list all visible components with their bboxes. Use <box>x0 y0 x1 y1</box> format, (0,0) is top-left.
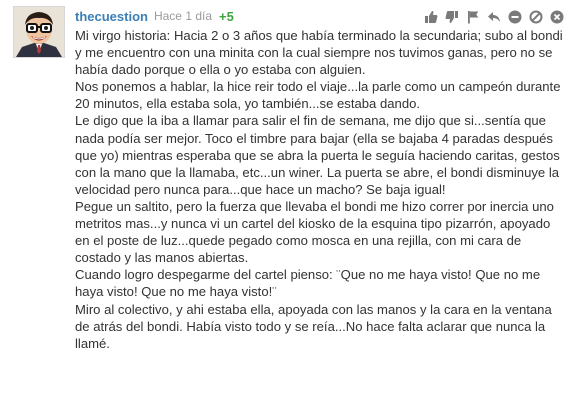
timestamp[interactable]: Hace 1 día <box>154 9 212 23</box>
comment: thecuestion Hace 1 día +5 Mi virgo histo… <box>0 0 571 408</box>
comment-paragraph: Cuando logro despegarme del cartel piens… <box>75 267 541 300</box>
comment-paragraph: Pegue un saltito, pero la fuerza que lle… <box>75 198 554 266</box>
avatar[interactable] <box>13 6 65 58</box>
flag-icon[interactable] <box>465 9 481 25</box>
minus-circle-icon[interactable] <box>507 9 523 25</box>
comment-paragraph: Nos ponemos a hablar, la hice reir todo … <box>75 79 561 112</box>
comment-body: Mi virgo historia: Hacia 2 o 3 años que … <box>75 27 563 352</box>
comment-paragraph: Mi virgo historia: Hacia 2 o 3 años que … <box>75 28 563 78</box>
block-icon[interactable] <box>528 9 544 25</box>
reply-icon[interactable] <box>486 9 502 25</box>
comment-paragraph: Miro al colectivo, y ahi estaba ella, ap… <box>75 301 552 351</box>
comment-paragraph: Le digo que la iba a llamar para salir e… <box>75 113 560 197</box>
thumbs-up-icon[interactable] <box>423 9 439 25</box>
vote-score: +5 <box>219 8 234 24</box>
comment-actions <box>423 9 565 25</box>
close-circle-icon[interactable] <box>549 9 565 25</box>
username[interactable]: thecuestion <box>75 9 148 24</box>
avatar-image <box>14 7 64 57</box>
thumbs-down-icon[interactable] <box>444 9 460 25</box>
